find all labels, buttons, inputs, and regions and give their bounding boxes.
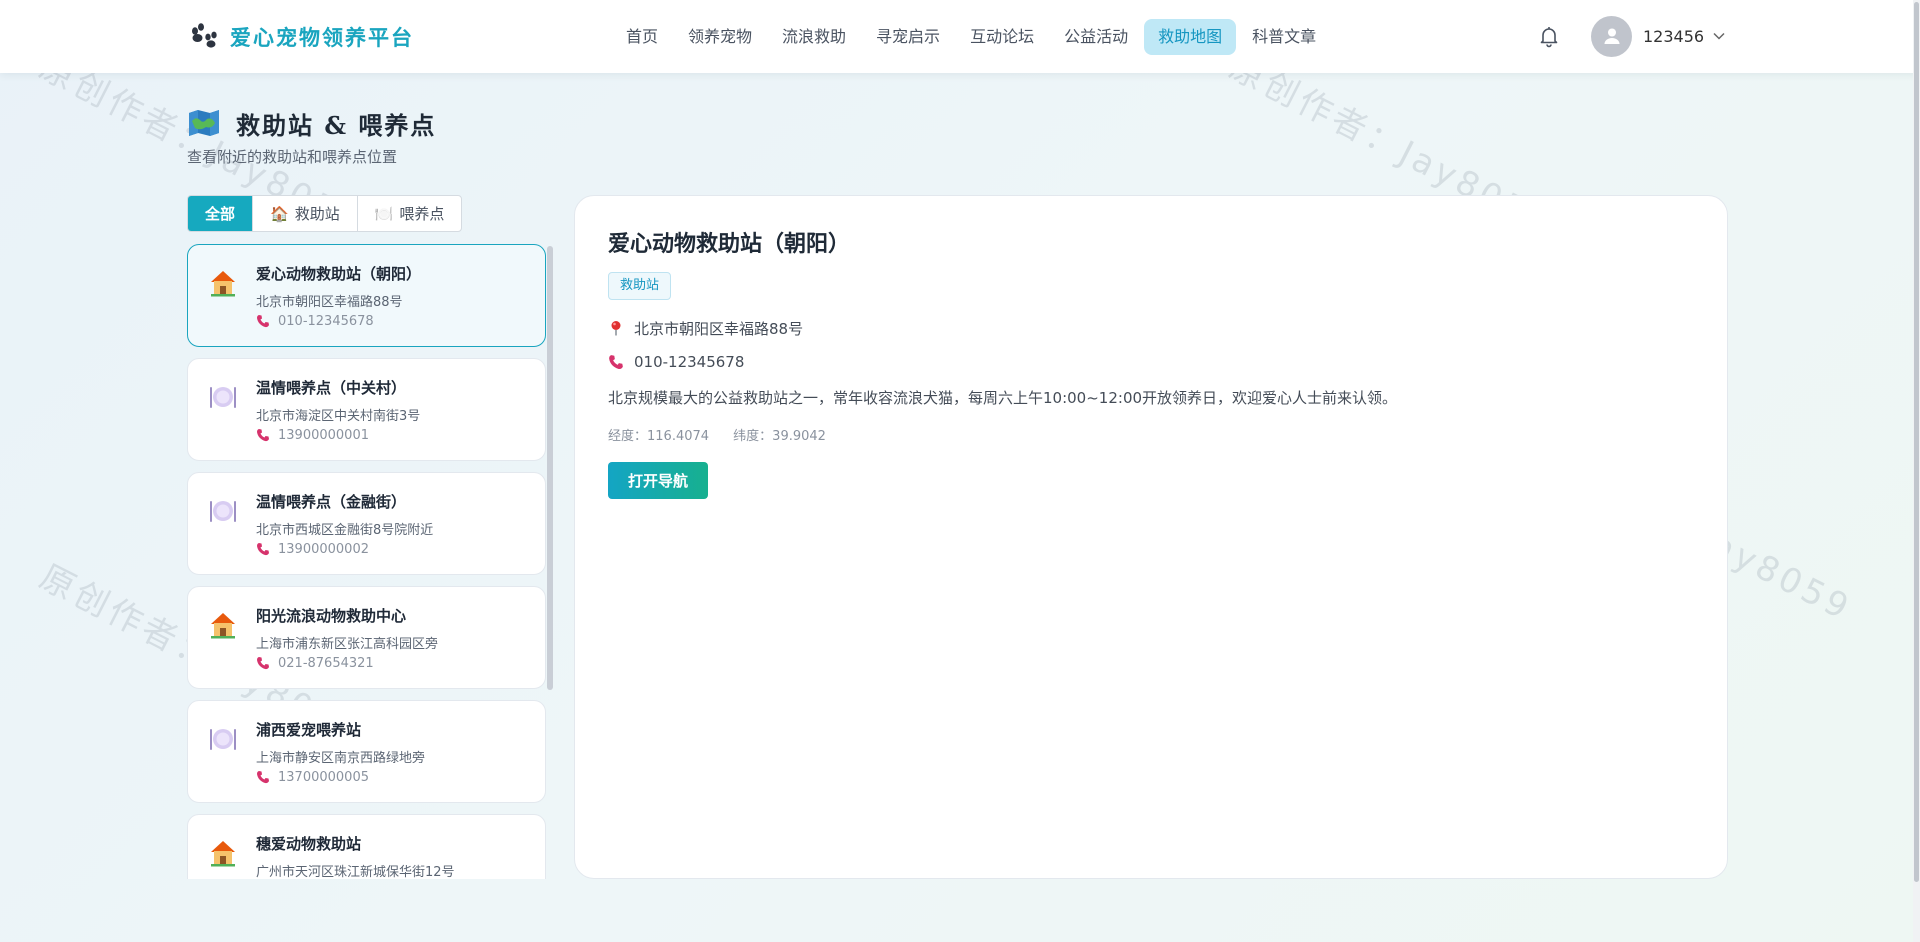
page-subtitle: 查看附近的救助站和喂养点位置 [187,148,398,166]
station-name: 穗爱动物救助站 [256,835,362,853]
station-address: 北京市朝阳区幸福路88号 [256,295,403,310]
nav-adopt[interactable]: 领养宠物 [674,19,766,55]
nav-rescue[interactable]: 流浪救助 [768,19,860,55]
phone-icon [609,355,623,369]
house-icon: 🏠 [270,204,289,223]
filter-tab-station[interactable]: 🏠 救助站 [253,196,358,231]
map-icon [189,110,219,136]
avatar[interactable] [1591,15,1632,57]
detail-phone-text: 010-12345678 [634,353,745,371]
detail-coordinates: 经度：116.4074 纬度：39.9042 [608,425,846,444]
filter-tab-label: 喂养点 [399,205,445,223]
station-card[interactable]: 温情喂养点（金融街） 北京市西城区金融街8号院附近 13900000002 [187,472,546,575]
nav-forum[interactable]: 互动论坛 [956,19,1048,55]
detail-description: 北京规模最大的公益救助站之一，常年收容流浪犬猫，每周六上午10:00~12:00… [608,389,1398,407]
phone-icon [257,657,269,670]
detail-phone: 010-12345678 [608,352,744,372]
detail-address-text: 北京市朝阳区幸福路88号 [634,319,804,338]
brand-name: 爱心宠物领养平台 [230,25,414,50]
pin-icon [611,321,621,336]
station-phone-text: 13900000001 [278,427,369,443]
phone-icon [257,543,269,556]
filter-tab-all[interactable]: 全部 [188,196,254,231]
nav-charity[interactable]: 公益活动 [1050,19,1142,55]
phone-icon [257,315,269,328]
plate-icon: 🍽️ [374,204,394,223]
nav-rescue-map[interactable]: 救助地图 [1144,19,1237,55]
filter-tab-label: 救助站 [294,205,340,223]
station-phone: 010-12345678 [256,313,374,329]
top-header: 爱心宠物领养平台 首页 领养宠物 流浪救助 寻宠启示 互动论坛 公益活动 救助地… [0,0,1918,73]
brand-logo[interactable]: 爱心宠物领养平台 [188,21,414,53]
house-icon [207,837,239,869]
detail-address: 北京市朝阳区幸福路88号 [608,318,803,338]
filter-tab-label: 全部 [205,205,236,223]
station-address: 上海市静安区南京西路绿地旁 [256,751,426,766]
phone-icon [257,429,269,442]
station-phone: 13900000001 [256,427,369,443]
bell-icon[interactable] [1537,24,1561,48]
station-phone: 13700000005 [256,769,369,785]
station-card[interactable]: 穗爱动物救助站 广州市天河区珠江新城保华街12号 [187,814,546,879]
station-name: 温情喂养点（金融街） [256,493,407,511]
station-phone-text: 021-87654321 [278,655,374,671]
detail-longitude: 经度：116.4074 [608,429,710,444]
station-address: 广州市天河区珠江新城保华街12号 [256,865,455,879]
paw-icon [192,23,217,48]
station-detail-panel: 爱心动物救助站（朝阳） 救助站 北京市朝阳区幸福路88号 010-1234567… [574,195,1728,879]
house-icon [207,609,239,641]
plate-icon [207,723,239,755]
open-navigation-button[interactable]: 打开导航 [608,462,708,499]
station-card[interactable]: 温情喂养点（中关村） 北京市海淀区中关村南街3号 13900000001 [187,358,546,461]
page-scrollbar-thumb[interactable] [1914,2,1919,882]
plate-icon [207,381,239,413]
user-menu[interactable]: 123456 [1591,15,1726,57]
station-card[interactable]: 阳光流浪动物救助中心 上海市浦东新区张江高科园区旁 021-87654321 [187,586,546,689]
station-name: 爱心动物救助站（朝阳） [256,265,422,283]
main-nav: 首页 领养宠物 流浪救助 寻宠启示 互动论坛 公益活动 救助地图 科普文章 [612,19,1332,55]
detail-station-name: 爱心动物救助站（朝阳） [608,231,851,257]
station-address: 北京市海淀区中关村南街3号 [256,409,421,424]
detail-latitude: 纬度：39.9042 [733,429,826,444]
page-title: 救助站 & 喂养点 [188,105,436,141]
user-icon [1604,28,1619,44]
station-name: 浦西爱宠喂养站 [256,721,362,739]
filter-tab-feeding[interactable]: 🍽️ 喂养点 [358,196,462,231]
station-card[interactable]: 浦西爱宠喂养站 上海市静安区南京西路绿地旁 13700000005 [187,700,546,803]
house-icon [207,267,239,299]
nav-lost-pet[interactable]: 寻宠启示 [862,19,954,55]
station-list-scrollbar[interactable] [547,246,553,690]
station-phone-text: 13700000005 [278,769,369,785]
station-phone-text: 010-12345678 [278,313,374,329]
filter-tabs: 全部 🏠 救助站 🍽️ 喂养点 [187,195,463,232]
page-title-text: 救助站 & 喂养点 [236,110,437,140]
station-card[interactable]: 爱心动物救助站（朝阳） 北京市朝阳区幸福路88号 010-12345678 [187,244,546,347]
station-list[interactable]: 爱心动物救助站（朝阳） 北京市朝阳区幸福路88号 010-12345678 温情… [187,244,554,879]
username: 123456 [1643,26,1705,46]
phone-icon [257,771,269,784]
station-phone: 13900000002 [256,541,369,557]
plate-icon [207,495,239,527]
station-name: 温情喂养点（中关村） [256,379,407,397]
station-name: 阳光流浪动物救助中心 [256,607,407,625]
station-address: 上海市浦东新区张江高科园区旁 [256,637,439,652]
nav-articles[interactable]: 科普文章 [1238,19,1330,55]
nav-home[interactable]: 首页 [612,19,672,55]
station-phone: 021-87654321 [256,655,374,671]
chevron-down-icon[interactable] [1712,29,1726,43]
detail-type-badge: 救助站 [608,272,672,300]
station-address: 北京市西城区金融街8号院附近 [256,523,434,538]
page-scrollbar[interactable] [1913,0,1920,942]
station-phone-text: 13900000002 [278,541,369,557]
